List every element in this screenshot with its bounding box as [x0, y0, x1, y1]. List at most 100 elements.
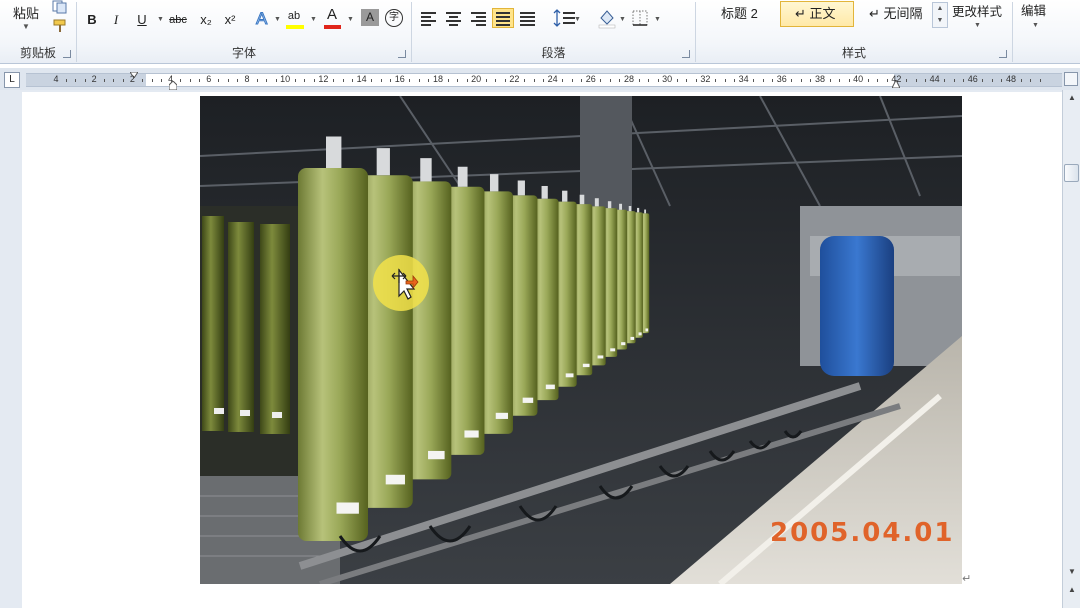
- view-ruler-icon[interactable]: [1064, 72, 1078, 86]
- ruler-tick: [313, 79, 315, 82]
- ruler-number: 26: [585, 74, 596, 84]
- vessel-label: [428, 450, 445, 460]
- ruler-number: 4: [53, 74, 59, 84]
- font-color-bar: [324, 25, 341, 29]
- ruler-tick: [753, 79, 755, 82]
- ruler-tick: [457, 79, 459, 82]
- vessel-label: [610, 348, 616, 352]
- font-color-button[interactable]: A: [323, 5, 341, 25]
- vertical-scrollbar[interactable]: ▲ ▼ ▲: [1062, 90, 1080, 608]
- styles-gallery-scroll[interactable]: ▲ ▼: [932, 2, 948, 28]
- justify-button[interactable]: [492, 8, 514, 28]
- ruler-number: 12: [318, 74, 329, 84]
- styles-dialog-launcher[interactable]: [999, 50, 1007, 58]
- change-styles-dropdown-arrow[interactable]: ▼: [974, 22, 981, 29]
- ruler-tick: [772, 79, 774, 82]
- font-dialog-launcher[interactable]: [398, 50, 406, 58]
- horizontal-ruler[interactable]: 4 2 2 4 6 8 10 12 14 16 18 20 22 24 26 28 30 32 34 36 38 40 42…: [26, 72, 1062, 90]
- shading-dropdown-arrow[interactable]: ▼: [619, 16, 626, 23]
- ruler-tick: [867, 79, 869, 82]
- italic-button[interactable]: I: [107, 10, 125, 30]
- ruler-tick: [810, 79, 812, 82]
- editing-button[interactable]: 编辑: [1021, 0, 1046, 19]
- ruler-tick: [543, 79, 545, 82]
- strikethrough-button[interactable]: abc: [169, 10, 187, 30]
- ruler-tick: [227, 79, 229, 82]
- svg-text:A: A: [256, 9, 268, 28]
- ruler-tick: [734, 79, 736, 82]
- ruler-tick: [925, 79, 927, 82]
- line-spacing-dropdown-arrow[interactable]: ▼: [574, 16, 581, 23]
- underline-dropdown-arrow[interactable]: ▼: [157, 16, 164, 23]
- ruler-tick: [1001, 79, 1003, 82]
- text-effects-icon[interactable]: A: [253, 8, 273, 29]
- ruler-tick: [218, 79, 220, 82]
- ruler-tick: [180, 79, 182, 82]
- ruler-tick: [619, 79, 621, 82]
- borders-icon[interactable]: [631, 9, 649, 27]
- ruler-number: 40: [853, 74, 864, 84]
- mouse-cursor-icon: [373, 255, 429, 311]
- scroll-down-button[interactable]: ▼: [1064, 564, 1080, 580]
- underline-button[interactable]: U: [133, 10, 151, 30]
- copy-icon[interactable]: [52, 0, 68, 14]
- ruler-tick: [533, 79, 535, 82]
- vessel-label: [336, 502, 359, 514]
- scroll-thumb[interactable]: [1064, 164, 1079, 182]
- subscript-button[interactable]: x₂: [197, 10, 215, 30]
- align-left-button[interactable]: [418, 8, 440, 28]
- ruler-tick: [447, 79, 449, 82]
- ruler-tick: [151, 79, 153, 82]
- ruler-tick: [800, 79, 802, 82]
- align-right-button[interactable]: [468, 8, 490, 28]
- superscript-button[interactable]: x²: [221, 10, 239, 30]
- clipboard-dialog-launcher[interactable]: [63, 50, 71, 58]
- ruler-tick: [428, 79, 430, 82]
- styles-group: 标题 2 ↵ 正文 ↵ 无间隔 ▲ ▼ 更改样式 ▼ 样式: [696, 0, 1012, 64]
- tab-selector[interactable]: L: [4, 72, 20, 88]
- align-center-button[interactable]: [443, 8, 465, 28]
- style-normal[interactable]: ↵ 正文: [780, 1, 854, 27]
- ruler-tick: [342, 79, 344, 82]
- ruler-tick: [571, 79, 573, 82]
- document-photo[interactable]: [200, 96, 962, 584]
- highlight-dropdown-arrow[interactable]: ▼: [310, 16, 317, 23]
- ruler-tick: [1039, 79, 1041, 82]
- format-painter-icon[interactable]: [52, 19, 68, 33]
- ruler-tick: [724, 79, 726, 82]
- ruler-number: 22: [509, 74, 520, 84]
- character-shading-button[interactable]: A: [361, 9, 379, 26]
- paragraph-group-label: 段落: [541, 46, 566, 60]
- ruler-tick: [762, 79, 764, 82]
- paragraph-dialog-launcher[interactable]: [682, 50, 690, 58]
- scroll-up-button[interactable]: ▲: [1064, 90, 1080, 106]
- ruler-tick: [915, 79, 917, 82]
- enclose-characters-button[interactable]: 字: [385, 9, 403, 27]
- paste-button[interactable]: 粘贴: [13, 3, 39, 22]
- highlight-button[interactable]: ab: [285, 6, 303, 26]
- change-styles-button[interactable]: 更改样式: [952, 1, 1002, 20]
- ruler-tick: [409, 79, 411, 82]
- ruler-tick: [1020, 79, 1022, 82]
- font-group: B I U ▼ abc x₂ x² A ▼ ab ▼ A ▼ A 字 字体: [77, 0, 411, 64]
- editing-dropdown-arrow[interactable]: ▼: [1032, 22, 1039, 29]
- bold-button[interactable]: B: [83, 10, 101, 30]
- ruler-tick: [189, 79, 191, 82]
- ruler-tick: [380, 79, 382, 82]
- vessel-cap: [562, 190, 568, 202]
- borders-dropdown-arrow[interactable]: ▼: [654, 16, 661, 23]
- vessel-cap: [489, 174, 499, 192]
- style-heading-2[interactable]: 标题 2: [706, 1, 780, 27]
- paste-dropdown-arrow[interactable]: ▼: [22, 22, 30, 31]
- font-color-dropdown-arrow[interactable]: ▼: [347, 16, 354, 23]
- style-no-spacing[interactable]: ↵ 无间隔: [854, 1, 928, 27]
- ribbon: 粘贴 ▼ 剪贴板 B I U ▼ abc x₂ x² A ▼ ab ▼ A ▼ …: [0, 0, 1080, 64]
- distributed-button[interactable]: [517, 8, 539, 28]
- ruler-number: 20: [471, 74, 482, 84]
- ruler-tick: [418, 79, 420, 82]
- ruler-tick: [657, 79, 659, 82]
- ruler-tick: [504, 79, 506, 82]
- text-effects-dropdown-arrow[interactable]: ▼: [274, 16, 281, 23]
- previous-page-button[interactable]: ▲: [1064, 582, 1080, 598]
- shading-icon[interactable]: [596, 7, 618, 29]
